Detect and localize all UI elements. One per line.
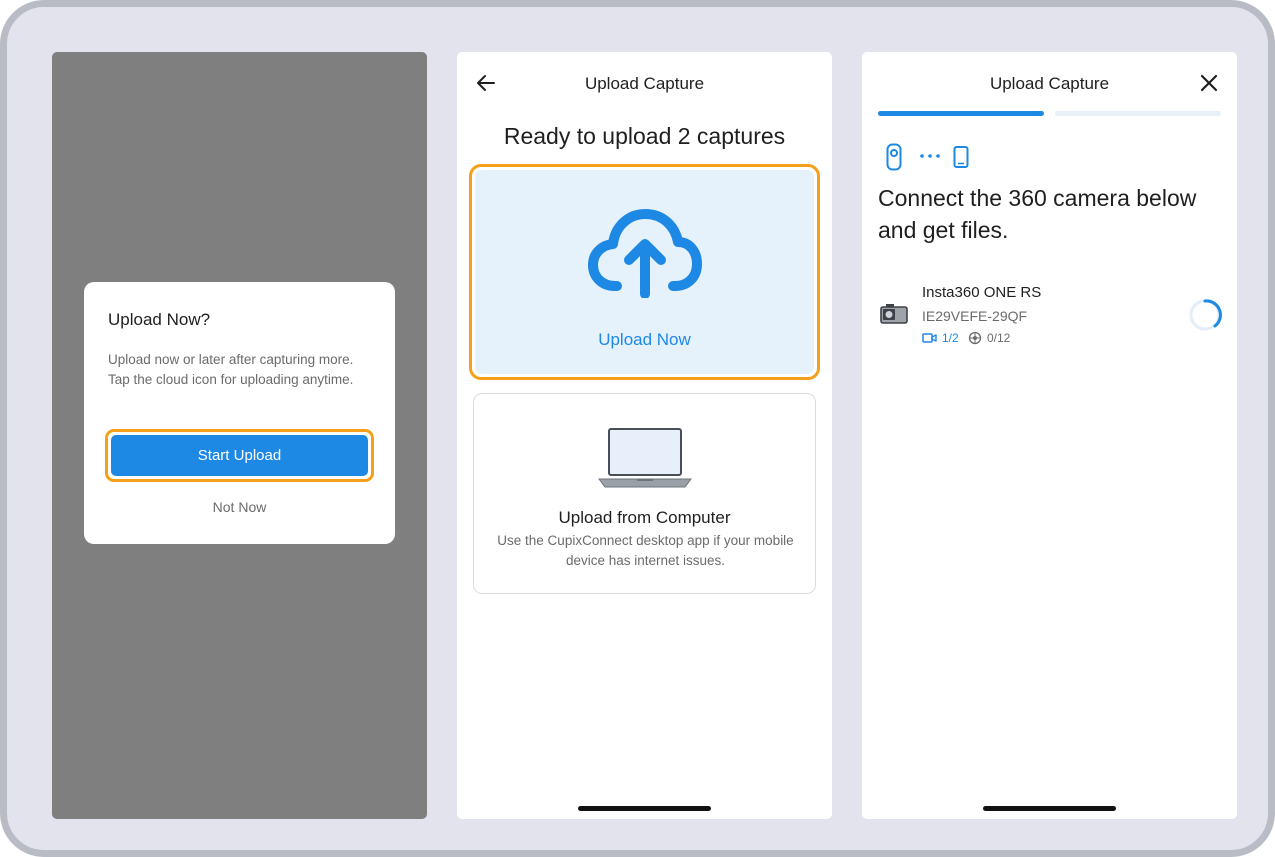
video-count: 1/2: [942, 331, 959, 345]
laptop-icon: [598, 428, 692, 488]
progress-step-1: [878, 111, 1044, 116]
dots-icon: [920, 154, 940, 158]
home-indicator: [983, 806, 1116, 811]
device-serial: IE29VEFE-29QF: [922, 308, 1028, 324]
photo-count: 0/12: [987, 331, 1011, 345]
ready-heading: Ready to upload 2 captures: [503, 123, 786, 149]
home-indicator: [578, 806, 711, 811]
phone-icon: [953, 146, 969, 168]
loading-spinner-icon: [1189, 299, 1222, 331]
device-frame: Upload Now? Upload now or later after ca…: [0, 0, 1275, 857]
not-now-button[interactable]: Not Now: [84, 499, 395, 515]
screen-connect-camera: Upload Capture Connect the 360 camera be…: [862, 52, 1237, 819]
dialog-message: Upload now or later after capturing more…: [108, 352, 354, 387]
start-upload-button[interactable]: Start Upload: [111, 435, 368, 476]
video-icon: [922, 333, 937, 343]
screen-upload-prompt: Upload Now? Upload now or later after ca…: [52, 52, 427, 819]
upload-from-computer-description: Use the CupixConnect desktop app if your…: [497, 533, 794, 568]
upload-now-label: Upload Now: [598, 330, 691, 349]
device-name: Insta360 ONE RS: [922, 284, 1042, 301]
360-camera-icon: [880, 304, 908, 324]
upload-from-computer-card[interactable]: Upload from Computer Use the CupixConnec…: [473, 393, 816, 594]
progress-step-2: [1055, 111, 1221, 116]
page-title: Upload Capture: [584, 74, 705, 93]
close-icon[interactable]: [1198, 72, 1220, 94]
dialog-title: Upload Now?: [108, 310, 211, 329]
cloud-upload-icon: [588, 209, 702, 298]
upload-now-highlight: Upload Now: [469, 164, 820, 380]
camera-icon: [886, 143, 902, 171]
page-title: Upload Capture: [989, 74, 1110, 93]
photo-icon: [968, 331, 982, 345]
start-upload-highlight: Start Upload: [105, 429, 374, 482]
upload-now-card[interactable]: Upload Now: [475, 170, 814, 374]
screen-upload-capture: Upload Capture Ready to upload 2 capture…: [457, 52, 832, 819]
upload-now-dialog: Upload Now? Upload now or later after ca…: [84, 282, 395, 544]
upload-from-computer-title: Upload from Computer: [558, 508, 731, 527]
connect-heading: Connect the 360 camera below and get fil…: [878, 185, 1197, 243]
